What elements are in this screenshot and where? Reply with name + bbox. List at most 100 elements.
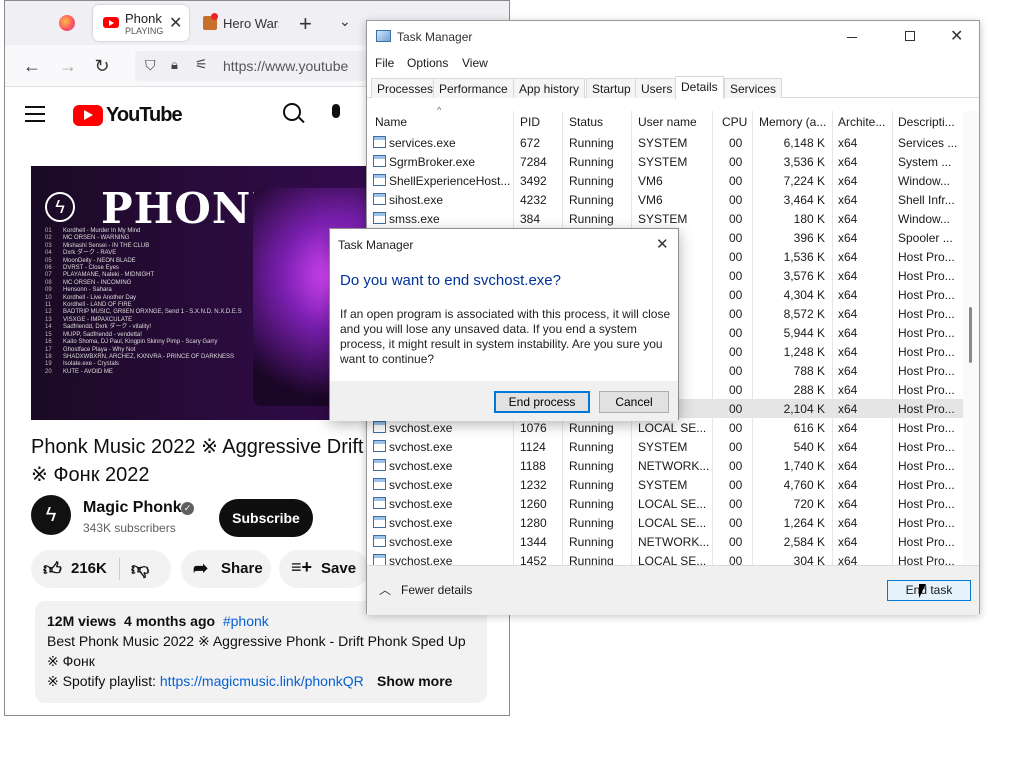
cancel-button[interactable]: Cancel bbox=[599, 391, 669, 413]
tab-processes[interactable]: Processes bbox=[371, 78, 440, 98]
process-desc-cell: Host Pro... bbox=[898, 345, 955, 359]
menu-file[interactable]: File bbox=[375, 56, 394, 70]
process-row[interactable]: SgrmBroker.exe 7284 Running SYSTEM 00 3,536 K… bbox=[367, 152, 963, 171]
process-icon bbox=[373, 554, 386, 565]
shield-icon[interactable]: ⛉ bbox=[145, 57, 156, 74]
youtube-logo[interactable]: YouTube bbox=[73, 103, 183, 127]
vertical-scrollbar[interactable] bbox=[963, 111, 979, 565]
process-cpu-cell: 00 bbox=[729, 193, 743, 207]
process-row[interactable]: services.exe 672 Running SYSTEM 00 6,148 K x64… bbox=[367, 133, 963, 152]
end-task-button[interactable]: End task bbox=[887, 580, 971, 601]
like-count[interactable]: 216K bbox=[71, 560, 107, 577]
process-row[interactable]: svchost.exe 1280 Running LOCAL SE... 00 1,264… bbox=[367, 513, 963, 532]
spotify-playlist-link[interactable]: https://magicmusic.link/phonkQR bbox=[160, 673, 364, 689]
column-status[interactable]: Status bbox=[569, 115, 603, 129]
process-name-cell: SgrmBroker.exe bbox=[389, 155, 476, 169]
process-pid-cell: 1124 bbox=[520, 440, 546, 454]
reload-icon[interactable]: ↻ bbox=[91, 55, 113, 77]
lock-icon[interactable]: 🔒︎ bbox=[171, 57, 178, 73]
process-cpu-cell: 00 bbox=[729, 497, 743, 511]
tab-startup[interactable]: Startup bbox=[586, 78, 637, 98]
column-description[interactable]: Descripti... bbox=[898, 115, 960, 129]
column-architecture[interactable]: Archite... bbox=[838, 115, 890, 129]
maximize-icon[interactable] bbox=[905, 31, 915, 41]
track-title: MC ORSEN - WARNING bbox=[63, 235, 130, 242]
subscribe-button[interactable]: Subscribe bbox=[219, 499, 313, 537]
menu-options[interactable]: Options bbox=[407, 56, 448, 70]
column-cpu[interactable]: CPU bbox=[722, 115, 747, 129]
process-user-cell: LOCAL SE... bbox=[638, 421, 707, 435]
tracklist-item: 16 Kaito Shoma, DJ Paul, Kingpin Skinny P… bbox=[45, 339, 255, 346]
tab-phonk[interactable]: Phonk I PLAYING ✕ bbox=[93, 5, 189, 41]
notification-dot-icon bbox=[211, 13, 218, 20]
column-pid[interactable]: PID bbox=[520, 115, 540, 129]
column-name[interactable]: Name bbox=[375, 115, 505, 129]
channel-avatar[interactable]: ϟ bbox=[31, 495, 71, 535]
process-row[interactable]: ShellExperienceHost.... 3492 Running VM6 00 7… bbox=[367, 171, 963, 190]
process-row[interactable]: svchost.exe 1452 Running LOCAL SE... 00 304 K… bbox=[367, 551, 963, 565]
process-pid-cell: 4232 bbox=[520, 193, 547, 207]
permissions-icon[interactable]: ⚟ bbox=[195, 56, 208, 73]
tab-hero-wars[interactable]: Hero Wars bbox=[199, 5, 281, 41]
tab-app-history[interactable]: App history bbox=[513, 78, 586, 98]
save-button[interactable]: ≡+ Save bbox=[279, 550, 369, 588]
process-mem-cell: 396 K bbox=[793, 231, 825, 245]
tab-details[interactable]: Details bbox=[675, 76, 724, 99]
process-desc-cell: Host Pro... bbox=[898, 535, 955, 549]
process-mem-cell: 8,572 K bbox=[783, 307, 825, 321]
end-process-button[interactable]: End process bbox=[494, 391, 590, 413]
process-row[interactable]: smss.exe 384 Running SYSTEM 00 180 K x64 Window… bbox=[367, 209, 963, 228]
process-mem-cell: 6,148 K bbox=[783, 136, 825, 150]
process-icon bbox=[373, 440, 386, 452]
process-row[interactable]: svchost.exe 1232 Running SYSTEM 00 4,760 K x64… bbox=[367, 475, 963, 494]
thumbs-down-icon[interactable]: 👎︎ bbox=[131, 558, 149, 580]
track-number: 12 bbox=[45, 309, 52, 316]
channel-name[interactable]: Magic Phonk bbox=[83, 499, 182, 517]
process-row[interactable]: svchost.exe 1188 Running NETWORK... 00 1,740 … bbox=[367, 456, 963, 475]
process-row[interactable]: svchost.exe 1260 Running LOCAL SE... 00 720 K… bbox=[367, 494, 963, 513]
microphone-icon[interactable] bbox=[332, 104, 340, 118]
process-desc-cell: Host Pro... bbox=[898, 307, 955, 321]
forward-arrow-icon[interactable]: → bbox=[57, 55, 79, 77]
tab-performance[interactable]: Performance bbox=[433, 78, 514, 98]
new-tab-icon[interactable]: + bbox=[299, 11, 312, 37]
video-description[interactable]: 12M views 4 months ago #phonk Best Phonk… bbox=[35, 601, 487, 703]
back-arrow-icon[interactable]: ← bbox=[21, 55, 43, 77]
hamburger-menu-icon[interactable] bbox=[25, 106, 45, 122]
close-tab-icon[interactable]: ✕ bbox=[169, 13, 182, 33]
close-window-icon[interactable]: ✕ bbox=[950, 26, 963, 46]
url-text[interactable]: https://www.youtube bbox=[223, 58, 348, 74]
track-number: 05 bbox=[45, 257, 52, 264]
tab-users[interactable]: Users bbox=[635, 78, 679, 98]
tab-list-chevron-icon[interactable]: ⌄ bbox=[339, 13, 351, 30]
column-user-name[interactable]: User name bbox=[638, 115, 697, 129]
process-name-cell: svchost.exe bbox=[389, 440, 453, 454]
menu-view[interactable]: View bbox=[462, 56, 488, 70]
task-manager-title-bar[interactable]: Task Manager ✕ bbox=[367, 21, 979, 53]
save-label: Save bbox=[321, 560, 357, 577]
column-memory[interactable]: Memory (a... bbox=[759, 115, 831, 129]
process-row[interactable]: svchost.exe 1124 Running SYSTEM 00 540 K x64 Ho… bbox=[367, 437, 963, 456]
show-more-button[interactable]: Show more bbox=[375, 671, 453, 691]
thumbs-up-icon[interactable]: 👍︎ bbox=[43, 558, 62, 580]
process-row[interactable]: svchost.exe 1344 Running NETWORK... 00 2,584 … bbox=[367, 532, 963, 551]
hashtag-link[interactable]: #phonk bbox=[223, 613, 269, 629]
process-arch-cell: x64 bbox=[838, 307, 858, 321]
tracklist-item: 08 MC ORSEN - INCOMING bbox=[45, 280, 255, 287]
process-row[interactable]: sihost.exe 4232 Running VM6 00 3,464 K x64 Shel… bbox=[367, 190, 963, 209]
process-arch-cell: x64 bbox=[838, 345, 858, 359]
dialog-close-icon[interactable]: ✕ bbox=[656, 235, 669, 253]
minimize-icon[interactable] bbox=[847, 37, 857, 38]
process-cpu-cell: 00 bbox=[729, 231, 743, 245]
fewer-details-button[interactable]: Fewer details bbox=[401, 583, 472, 597]
tab-title: Hero Wars bbox=[223, 16, 279, 31]
collapse-chevron-icon[interactable]: ︿ bbox=[379, 581, 391, 598]
process-icon bbox=[373, 212, 386, 224]
firefox-view-icon[interactable] bbox=[59, 15, 75, 31]
process-mem-cell: 5,944 K bbox=[783, 326, 825, 340]
tab-services[interactable]: Services bbox=[724, 78, 783, 98]
process-status-cell: Running bbox=[569, 459, 614, 473]
scrollbar-thumb[interactable] bbox=[969, 307, 972, 363]
share-button[interactable]: ➦ Share bbox=[181, 550, 271, 588]
process-mem-cell: 788 K bbox=[793, 364, 825, 378]
